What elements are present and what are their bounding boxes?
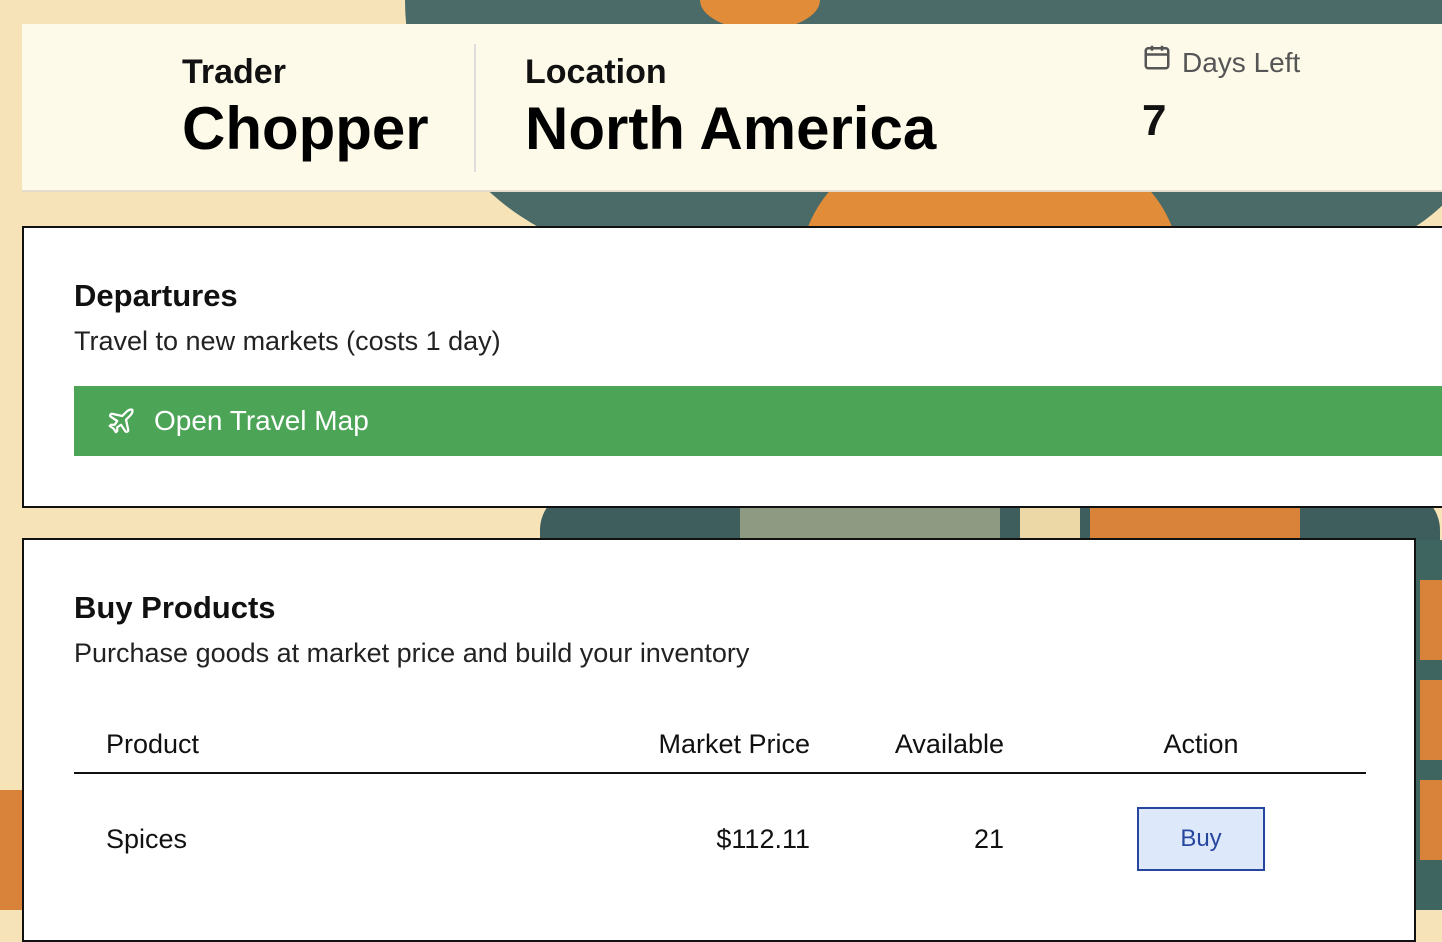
header-divider (474, 44, 476, 172)
days-left-value: 7 (1142, 96, 1167, 145)
trader-name: Chopper (182, 95, 429, 162)
product-name: Spices (106, 823, 188, 854)
column-header-action: Action (1036, 716, 1366, 774)
buy-products-title: Buy Products (74, 590, 276, 625)
calendar-icon (1142, 42, 1172, 83)
location-label: Location (525, 53, 667, 91)
available-quantity: 21 (973, 823, 1004, 854)
column-header-market-price: Market Price (558, 716, 842, 774)
status-header: Trader Chopper Location North America Da… (22, 24, 1442, 192)
days-left-label: Days Left (1182, 46, 1301, 78)
location-stat: Location North America (525, 52, 936, 164)
table-row: Spices $112.11 21 Buy (74, 773, 1366, 904)
table-header-row: Product Market Price Available Action (74, 716, 1366, 774)
airplane-icon (106, 406, 136, 436)
buy-products-card: Buy Products Purchase goods at market pr… (22, 538, 1416, 942)
market-price: $112.11 (716, 823, 810, 854)
trader-stat: Trader Chopper (182, 52, 429, 164)
products-table: Product Market Price Available Action Sp… (74, 716, 1366, 904)
buy-products-subtitle: Purchase goods at market price and build… (74, 638, 750, 668)
days-left-stat: Days Left 7 (1142, 42, 1300, 151)
departures-card: Departures Travel to new markets (costs … (22, 226, 1442, 508)
departures-title: Departures (74, 278, 238, 313)
open-travel-map-button[interactable]: Open Travel Map (74, 386, 1442, 456)
location-name: North America (525, 95, 937, 162)
column-header-product: Product (74, 716, 558, 774)
departures-subtitle: Travel to new markets (costs 1 day) (74, 326, 501, 356)
open-travel-map-label: Open Travel Map (154, 405, 369, 436)
buy-button[interactable]: Buy (1137, 807, 1265, 871)
trader-label: Trader (182, 53, 286, 91)
column-header-available: Available (842, 716, 1036, 774)
